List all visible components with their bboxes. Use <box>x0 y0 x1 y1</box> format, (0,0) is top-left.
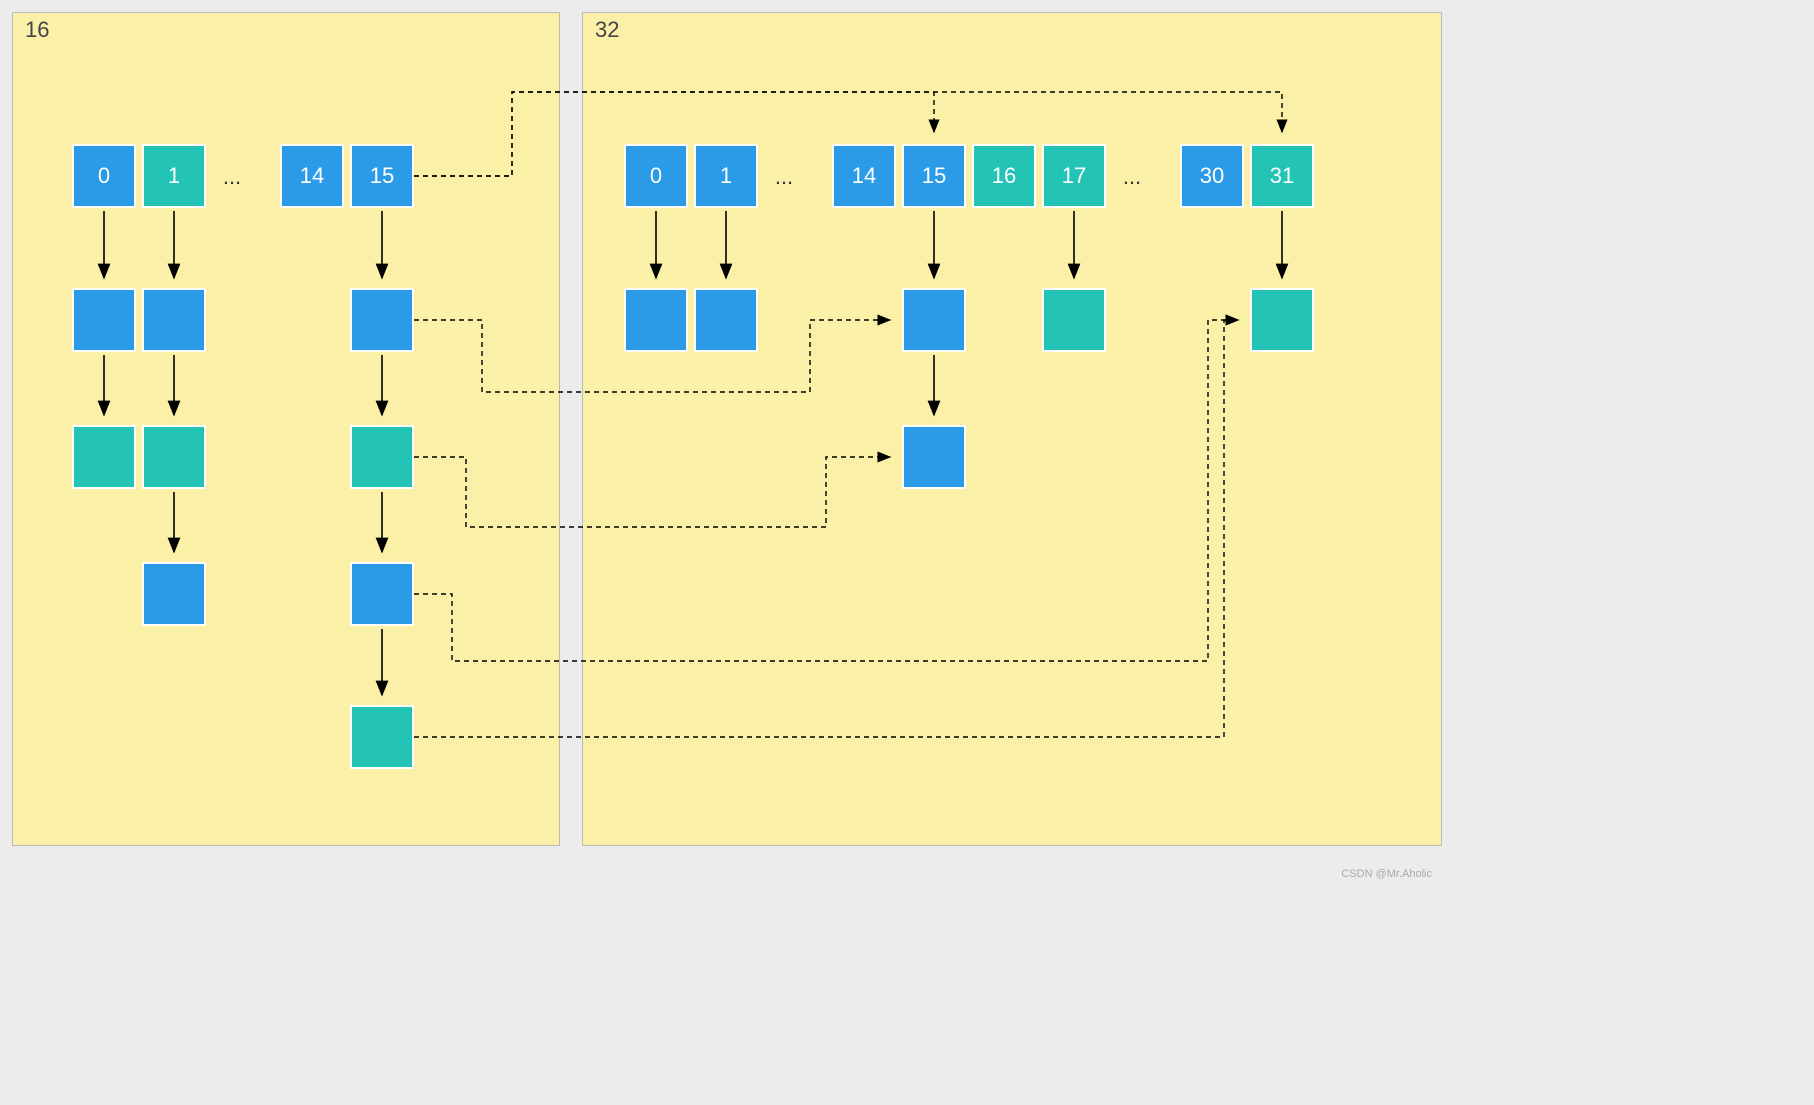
cell-Rr2 <box>902 425 966 489</box>
cell-Rr1e <box>1250 288 1314 352</box>
cell-L15: 15 <box>350 144 414 208</box>
ellipsis: ... <box>1112 164 1152 190</box>
cell-R30: 30 <box>1180 144 1244 208</box>
cell-L1: 1 <box>142 144 206 208</box>
cell-Lr1b <box>142 288 206 352</box>
cell-Lr4 <box>350 705 414 769</box>
cell-Lr1c <box>350 288 414 352</box>
cell-R0: 0 <box>624 144 688 208</box>
cell-L14: 14 <box>280 144 344 208</box>
cell-Lr3 <box>142 562 206 626</box>
cell-R17: 17 <box>1042 144 1106 208</box>
cell-Lr1a <box>72 288 136 352</box>
ellipsis: ... <box>212 164 252 190</box>
panel-right-title: 32 <box>595 17 619 43</box>
ellipsis: ... <box>764 164 804 190</box>
cell-R16: 16 <box>972 144 1036 208</box>
cell-Rr1c <box>902 288 966 352</box>
cell-R14: 14 <box>832 144 896 208</box>
cell-Lr2b <box>142 425 206 489</box>
cell-Rr1b <box>694 288 758 352</box>
cell-Lr2c <box>350 425 414 489</box>
cell-L0: 0 <box>72 144 136 208</box>
panel-right: 32 <box>582 12 1442 846</box>
cell-Rr1d <box>1042 288 1106 352</box>
cell-Lr2a <box>72 425 136 489</box>
cell-Rr1a <box>624 288 688 352</box>
cell-Lr3b <box>350 562 414 626</box>
cell-R1: 1 <box>694 144 758 208</box>
cell-R15: 15 <box>902 144 966 208</box>
credit-text: CSDN @Mr.Aholic <box>1341 868 1432 880</box>
cell-R31: 31 <box>1250 144 1314 208</box>
panel-left-title: 16 <box>25 17 49 43</box>
diagram-canvas: 16 32 CSDN @Mr.Aholic 01...141501...1415… <box>12 12 1442 882</box>
